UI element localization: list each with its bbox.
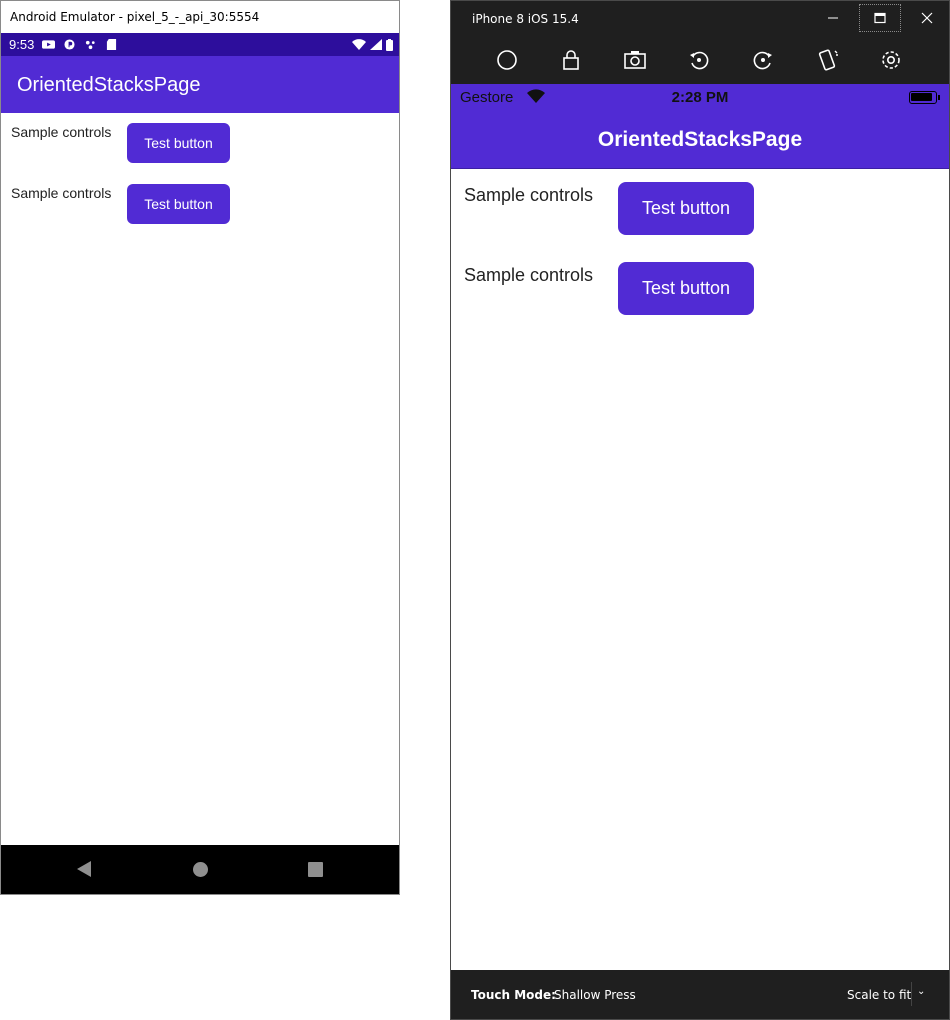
- touch-mode-label: Touch Mode:: [471, 988, 556, 1002]
- simulator-toolbar: [451, 36, 949, 84]
- sample-controls-label: Sample controls: [464, 185, 594, 205]
- settings-icon[interactable]: [878, 47, 904, 73]
- oriented-stack-row: Sample controls Test button: [464, 262, 754, 315]
- scale-selector[interactable]: Scale to fit: [847, 988, 911, 1002]
- ios-window-titlebar: iPhone 8 iOS 15.4: [451, 1, 949, 36]
- wifi-icon: [352, 39, 366, 50]
- android-app-title: OrientedStacksPage: [1, 56, 399, 113]
- ios-status-time: 2:28 PM: [671, 89, 729, 106]
- home-icon[interactable]: [494, 47, 520, 73]
- recents-icon[interactable]: [308, 862, 323, 877]
- android-window-title: Android Emulator - pixel_5_-_api_30:5554: [1, 1, 399, 33]
- close-button[interactable]: [906, 4, 948, 32]
- rotate-left-icon[interactable]: [686, 47, 712, 73]
- ios-app-title: OrientedStacksPage: [451, 110, 949, 169]
- shake-icon[interactable]: [814, 47, 840, 73]
- chevron-down-icon[interactable]: ⌄: [917, 986, 925, 997]
- test-button[interactable]: Test button: [618, 182, 754, 235]
- touch-mode-value[interactable]: Shallow Press: [554, 988, 636, 1002]
- lock-icon[interactable]: [558, 47, 584, 73]
- sample-controls-label: Sample controls: [464, 265, 594, 285]
- maximize-button[interactable]: [859, 4, 901, 32]
- home-icon[interactable]: [193, 862, 208, 877]
- sample-controls-label: Sample controls: [11, 124, 112, 140]
- test-button[interactable]: Test button: [127, 184, 230, 224]
- oriented-stack-row: Sample controls Test button: [11, 184, 230, 224]
- close-icon: [921, 12, 933, 24]
- footer-divider: [911, 982, 912, 1006]
- rotate-right-icon[interactable]: [750, 47, 776, 73]
- test-button[interactable]: Test button: [618, 262, 754, 315]
- android-emulator-window: Android Emulator - pixel_5_-_api_30:5554…: [0, 0, 400, 895]
- battery-icon: [386, 38, 393, 51]
- signal-icon: [370, 39, 382, 50]
- android-navigation-bar: [1, 845, 399, 894]
- youtube-icon: [42, 40, 56, 49]
- battery-icon: [909, 91, 940, 104]
- app-notification-icon: [64, 39, 75, 50]
- android-page-content: Sample controls Test button Sample contr…: [1, 113, 399, 845]
- back-icon[interactable]: [77, 861, 91, 877]
- sd-card-icon: [107, 39, 117, 50]
- android-status-time: 9:53: [9, 37, 35, 52]
- dots-notification-icon: [86, 40, 95, 50]
- camera-icon[interactable]: [622, 47, 648, 73]
- ios-simulator-window: iPhone 8 iOS 15.4 Gestore 2:28 PM Orient…: [450, 0, 950, 1020]
- ios-status-bar: Gestore 2:28 PM: [451, 84, 949, 110]
- maximize-icon: [874, 12, 886, 24]
- ios-page-content: Sample controls Test button Sample contr…: [451, 169, 949, 970]
- oriented-stack-row: Sample controls Test button: [464, 182, 754, 235]
- simulator-footer: Touch Mode: Shallow Press Scale to fit ⌄: [451, 970, 949, 1019]
- sample-controls-label: Sample controls: [11, 185, 112, 201]
- test-button[interactable]: Test button: [127, 123, 230, 163]
- ios-window-title: iPhone 8 iOS 15.4: [472, 12, 579, 26]
- minimize-icon: [828, 17, 838, 19]
- minimize-button[interactable]: [812, 4, 854, 32]
- android-status-bar: 9:53: [1, 33, 399, 56]
- oriented-stack-row: Sample controls Test button: [11, 123, 230, 163]
